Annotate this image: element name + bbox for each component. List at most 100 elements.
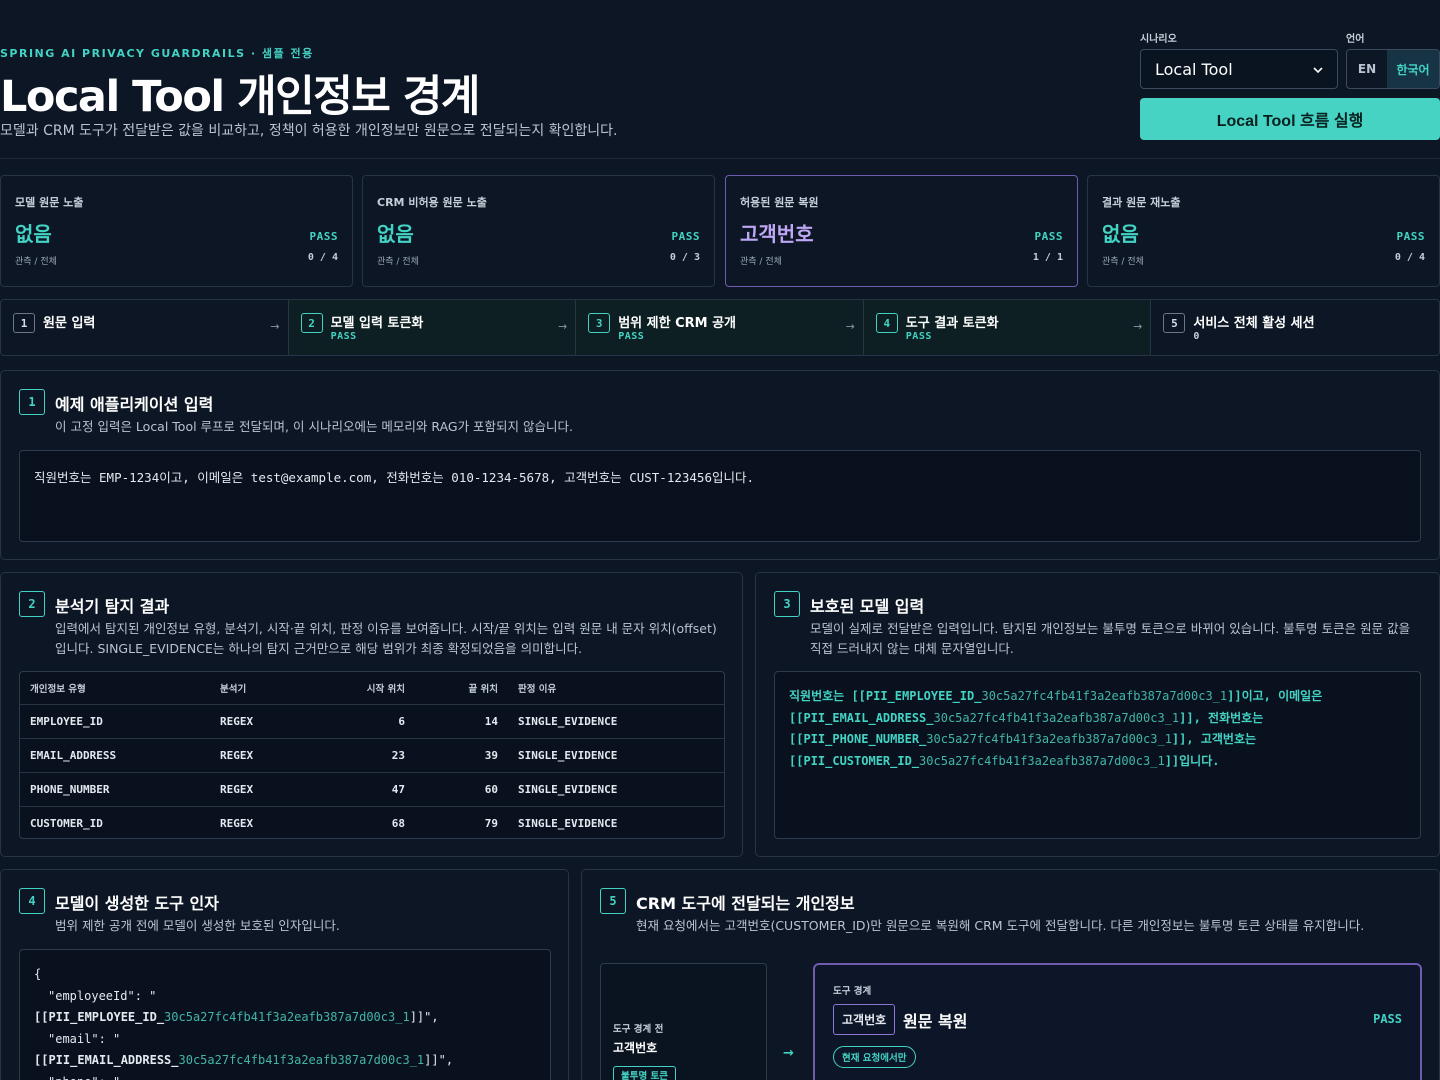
arrow-right-icon: → (1133, 320, 1143, 333)
detection-table: 개인정보 유형 분석기 시작 위치 끝 위치 판정 이유 EMPLOYEE_ID… (19, 671, 725, 839)
metric-count: 0 / 4 (1394, 252, 1425, 263)
before-boundary-card: 도구 경계 전 고객번호 불투명 토큰 (600, 963, 767, 1080)
token-hash: 30c5a27fc4fb41f3a2eafb387a7d00c3_1 (919, 753, 1165, 768)
json-line: { (34, 967, 42, 981)
token-hash: 30c5a27fc4fb41f3a2eafb387a7d00c3_1 (933, 710, 1180, 725)
step-number: 1 (13, 313, 35, 333)
metric-count: 0 / 4 (307, 252, 338, 263)
lang-en-button[interactable]: EN (1347, 50, 1387, 88)
metric-count: 1 / 1 (1032, 252, 1063, 263)
step-number: 3 (588, 313, 611, 333)
table-row: EMAIL_ADDRESS REGEX 23 39 SINGLE_EVIDENC… (20, 738, 724, 773)
token-hash: 30c5a27fc4fb41f3a2eafb387a7d00c3_1 (164, 1010, 410, 1024)
json-line: [[PII_EMAIL_ADDRESS_30c5a27fc4fb41f3a2ea… (34, 1050, 536, 1072)
step-scoped-crm-reveal[interactable]: 3 범위 제한 CRM 공개 PASS → (576, 300, 864, 355)
protected-line: [[PII_EMAIL_ADDRESS_30c5a27fc4fb41f3a2ea… (789, 708, 1406, 730)
cell-reason: SINGLE_EVIDENCE (508, 704, 724, 739)
metric-label: 허용된 원문 복원 (740, 196, 819, 209)
metric-sub-label: 관측 / 전체 (377, 257, 419, 267)
pii-token: [[PII_EMPLOYEE_ID_ (34, 1010, 165, 1024)
protected-line: [[PII_CUSTOMER_ID_30c5a27fc4fb41f3a2eafb… (789, 751, 1406, 773)
metric-card-result-reexposure: 결과 원문 재노출 없음 PASS 관측 / 전체 0 / 4 (1087, 175, 1440, 287)
text-segment: ]]입니다. (1164, 753, 1220, 768)
panel-number: 2 (19, 591, 45, 617)
text-segment: ]]", (409, 1010, 439, 1024)
column-header: 판정 이유 (508, 672, 724, 705)
customer-id-chip: 고객번호 (833, 1004, 896, 1035)
table-row: EMPLOYEE_ID REGEX 6 14 SINGLE_EVIDENCE (20, 704, 724, 739)
step-status: PASS (618, 331, 645, 342)
run-flow-button[interactable]: Local Tool 흐름 실행 (1140, 98, 1440, 140)
arrow-right-icon: → (557, 320, 568, 333)
metric-value: 없음 (377, 222, 414, 246)
cell-analyzer: REGEX (210, 704, 320, 739)
metric-value: 고객번호 (740, 222, 814, 246)
header-divider (0, 158, 1440, 159)
metric-label: CRM 비허용 원문 노출 (377, 196, 487, 209)
page-subtitle: 모델과 CRM 도구가 전달받은 값을 비교하고, 정책이 허용한 개인정보만 … (0, 123, 618, 139)
language-toggle: EN 한국어 (1346, 49, 1440, 89)
text-segment: ]], 전화번호는 (1179, 710, 1264, 725)
cell-type: PHONE_NUMBER (20, 772, 210, 807)
lang-ko-button[interactable]: 한국어 (1387, 50, 1439, 88)
before-boundary-value: 고객번호 (613, 1041, 658, 1055)
eyebrow-label: SPRING AI PRIVACY GUARDRAILS · 샘플 전용 (0, 47, 314, 60)
step-model-tokenize[interactable]: 2 모델 입력 토큰화 PASS → (288, 300, 577, 355)
raw-input-field[interactable]: 직원번호는 EMP-1234이고, 이메일은 test@example.com,… (19, 450, 1421, 542)
step-title: 서비스 전체 활성 세션 (1193, 316, 1315, 331)
cell-start: 23 (320, 738, 415, 773)
before-boundary-label: 도구 경계 전 (613, 1024, 664, 1035)
json-line: [[PII_EMPLOYEE_ID_30c5a27fc4fb41f3a2eafb… (34, 1007, 536, 1029)
step-status: PASS (905, 331, 932, 342)
panel-app-input: 1 예제 애플리케이션 입력 이 고정 입력은 Local Tool 루프로 전… (0, 370, 1440, 560)
text-segment: ]], 고객번호는 (1171, 732, 1257, 746)
cell-type: CUSTOMER_ID (30, 816, 103, 830)
cell-end: 60 (415, 772, 508, 807)
column-header: 분석기 (210, 672, 320, 705)
metric-sub-label: 관측 / 전체 (1102, 257, 1144, 267)
step-raw-input[interactable]: 1 원문 입력 → (1, 300, 289, 355)
arrow-right-icon: → (845, 320, 855, 333)
json-key: "phone": " (34, 1072, 536, 1080)
json-key: "employeeId": " (48, 988, 157, 1003)
cell-end: 39 (415, 738, 508, 773)
metric-status: PASS (671, 230, 700, 243)
panel-protected-model-input: 3 보호된 모델 입력 모델이 실제로 전달받은 입력입니다. 탐지된 개인정보… (755, 572, 1440, 857)
metric-label: 결과 원문 재노출 (1102, 196, 1181, 209)
pii-token: [[PII_EMAIL_ADDRESS_ (34, 1053, 179, 1067)
panel-analyzer-results: 2 분석기 탐지 결과 입력에서 탐지된 개인정보 유형, 분석기, 시작·끝 … (0, 572, 743, 857)
panel-description: 범위 제한 공개 전에 모델이 생성한 보호된 인자입니다. (55, 918, 340, 933)
token-hash: 30c5a27fc4fb41f3a2eafb387a7d00c3_1 (178, 1053, 425, 1067)
step-title: 원문 입력 (43, 316, 96, 331)
panel-number: 1 (19, 389, 45, 415)
language-label: 언어 (1346, 34, 1365, 45)
panel-title: 분석기 탐지 결과 (55, 597, 170, 616)
table-row: PHONE_NUMBER REGEX 47 60 SINGLE_EVIDENCE (20, 772, 724, 807)
scenario-select[interactable]: Local Tool (1140, 49, 1338, 89)
cell-start: 68 (391, 816, 405, 830)
metric-status: PASS (1396, 230, 1425, 243)
current-request-badge: 현재 요청에서만 (833, 1046, 916, 1068)
pii-token: [[PII_PHONE_NUMBER_ (789, 732, 927, 746)
protected-input-text: 직원번호는 [[PII_EMPLOYEE_ID_30c5a27fc4fb41f3… (774, 671, 1421, 839)
metric-sub-label: 관측 / 전체 (15, 257, 57, 267)
step-active-sessions[interactable]: 5 서비스 전체 활성 세션 0 (1151, 300, 1439, 355)
column-header: 끝 위치 (415, 672, 508, 705)
step-tool-result-tokenize[interactable]: 4 도구 결과 토큰화 PASS → (863, 300, 1152, 355)
cell-reason: SINGLE_EVIDENCE (508, 738, 724, 773)
metric-label: 모델 원문 노출 (15, 196, 84, 209)
metric-status: PASS (1034, 230, 1063, 243)
json-key: "email": " (48, 1031, 121, 1046)
step-number: 4 (875, 313, 898, 333)
cell-end: 14 (415, 704, 508, 739)
cell-analyzer: REGEX (210, 772, 320, 807)
protected-line: 직원번호는 [[PII_EMPLOYEE_ID_30c5a27fc4fb41f3… (789, 686, 1406, 708)
metric-count: 0 / 3 (669, 252, 700, 263)
cell-type: EMAIL_ADDRESS (20, 738, 210, 773)
metric-card-crm-exposure: CRM 비허용 원문 노출 없음 PASS 관측 / 전체 0 / 3 (362, 175, 715, 287)
step-title: 모델 입력 토큰화 (330, 316, 424, 331)
opaque-token-badge: 불투명 토큰 (613, 1066, 677, 1080)
cell-start: 47 (320, 772, 415, 807)
panel-title: 모델이 생성한 도구 인자 (55, 894, 219, 913)
metric-value: 없음 (15, 222, 52, 246)
